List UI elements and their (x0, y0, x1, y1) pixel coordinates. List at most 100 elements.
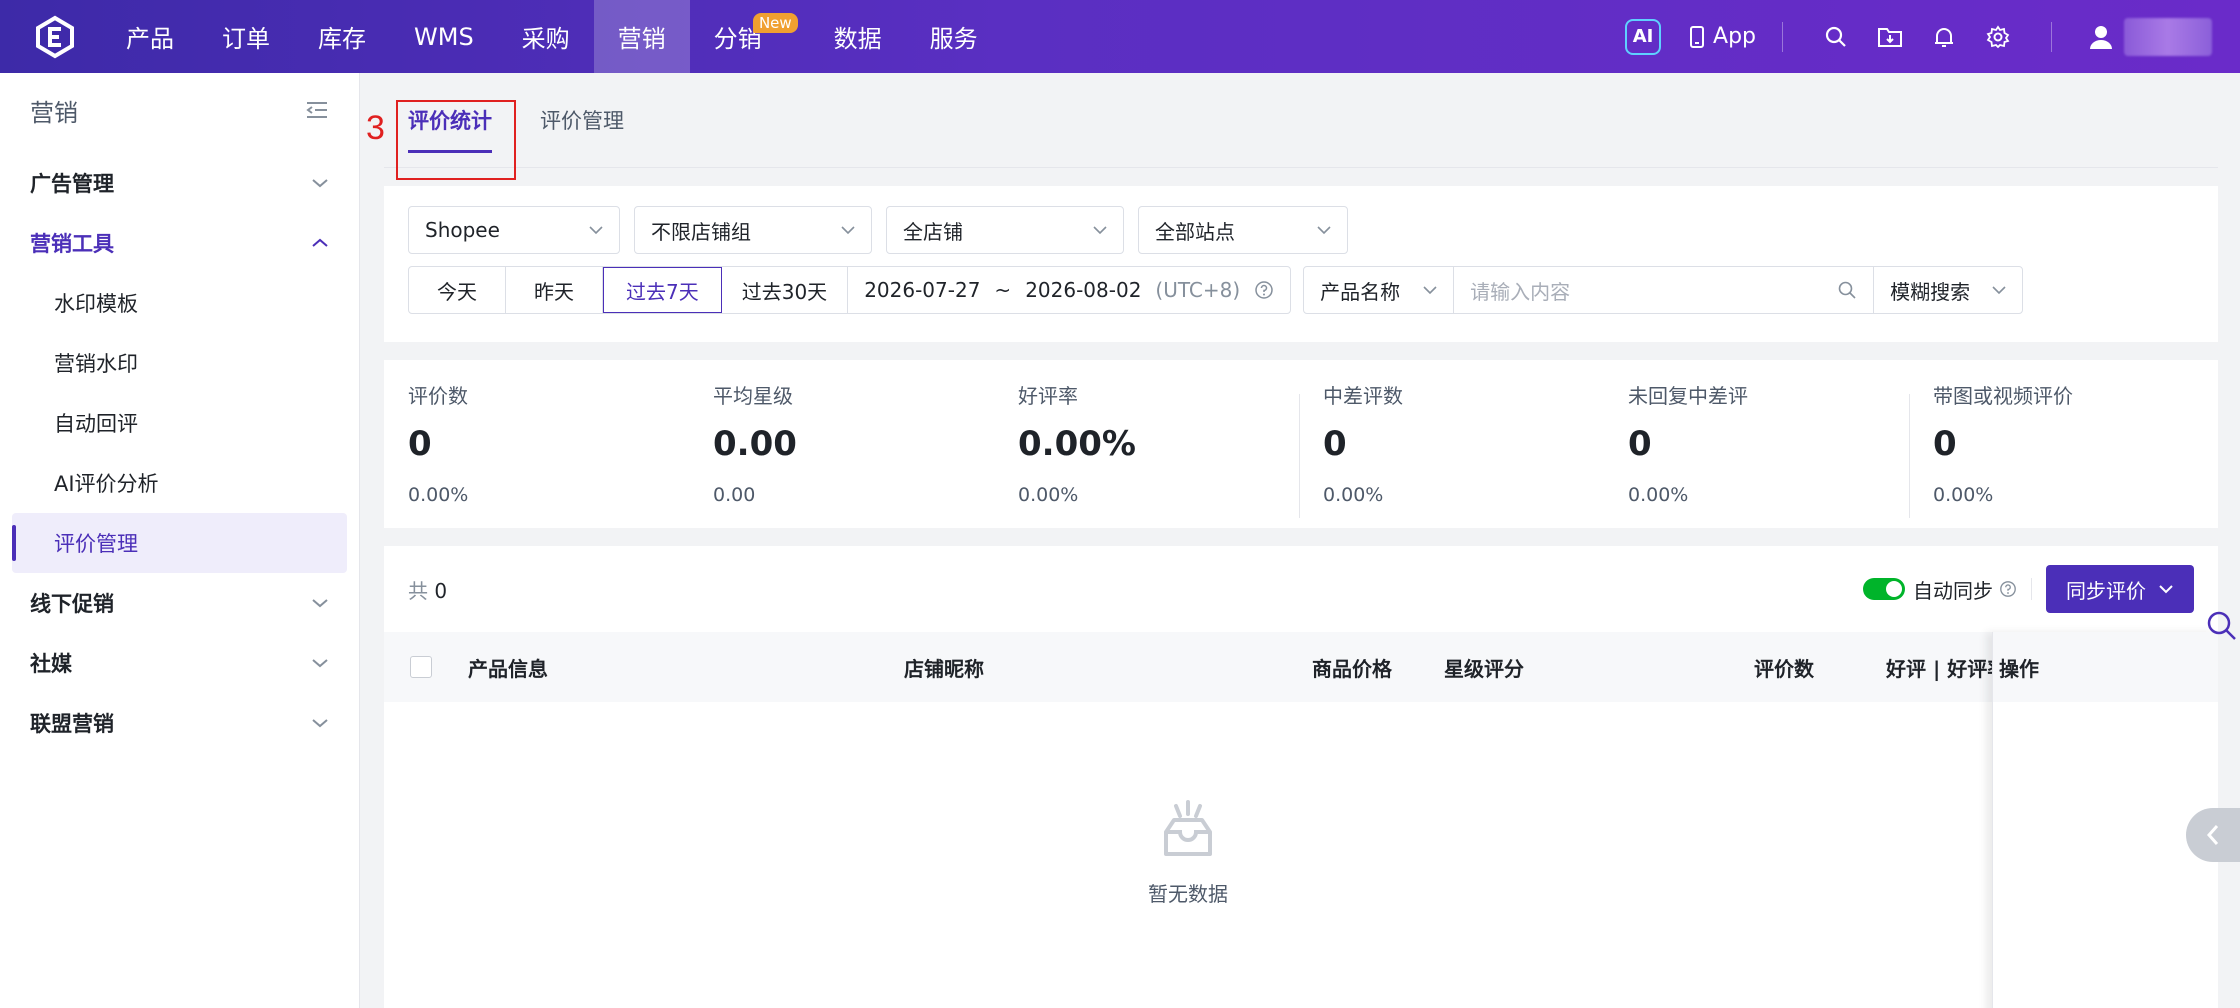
column-rating: 星级评分 (1444, 656, 1524, 681)
sync-reviews-button[interactable]: 同步评价 (2046, 565, 2194, 613)
empty-state: 暂无数据 (384, 702, 1992, 1002)
date-preset-last30[interactable]: 过去30天 (722, 267, 849, 313)
folder-download-icon[interactable] (1875, 22, 1905, 52)
column-product-info: 产品信息 (468, 656, 548, 681)
date-preset-today[interactable]: 今天 (409, 267, 506, 313)
divider (1782, 21, 1783, 52)
column-shop-nickname: 店铺昵称 (904, 656, 984, 681)
stat-unreplied-negative: 未回复中差评 0 0.00% (1628, 384, 1748, 506)
date-preset-group: 今天 昨天 过去7天 过去30天 2026-07-27 ~ 2026-08-02… (408, 266, 1292, 314)
chevron-up-icon (312, 238, 328, 247)
collapse-sidebar-icon[interactable] (305, 100, 329, 120)
nav-item-service[interactable]: 服务 (906, 0, 1002, 73)
tab-review-management[interactable]: 评价管理 (516, 72, 648, 167)
chevron-down-icon (2159, 585, 2173, 594)
sidebar-item-auto-reply[interactable]: 自动回评 (0, 393, 359, 453)
sidebar-item-marketing-watermark[interactable]: 营销水印 (0, 333, 359, 393)
bell-icon[interactable] (1929, 22, 1959, 52)
table-toolbar: 共 0 自动同步 同步评价 (384, 546, 2218, 632)
column-positive-rate: 好评 | 好评率 (1886, 656, 1992, 681)
divider (2051, 21, 2052, 52)
date-end: 2026-08-02 (1025, 278, 1142, 302)
sidebar-item-ai-review-analysis[interactable]: AI评价分析 (0, 453, 359, 513)
floating-search-icon[interactable] (2206, 610, 2238, 646)
shop-group-select[interactable]: 不限店铺组 (634, 206, 872, 254)
help-icon[interactable] (1254, 280, 1274, 300)
column-review-count: 评价数 (1754, 656, 1814, 681)
column-price: 商品价格 (1312, 656, 1392, 681)
ai-button[interactable]: AI (1625, 18, 1662, 55)
nav-item-wms[interactable]: WMS (390, 0, 498, 73)
sidebar-group-social-media[interactable]: 社媒 (0, 633, 359, 693)
expand-panel-button[interactable] (2186, 808, 2240, 862)
search-icon[interactable] (1837, 280, 1857, 300)
sidebar-group-affiliate[interactable]: 联盟营销 (0, 693, 359, 753)
review-table-panel: 共 0 自动同步 同步评价 产品信息 店铺昵称 商品价格 星级评分 评价数 好评… (384, 546, 2218, 1008)
app-logo[interactable] (28, 10, 82, 64)
stat-negative-count: 中差评数 0 0.00% (1299, 380, 1604, 518)
user-menu[interactable] (2088, 17, 2212, 56)
shop-select[interactable]: 全店铺 (886, 206, 1124, 254)
chevron-down-icon (312, 659, 328, 668)
empty-state-text: 暂无数据 (1148, 881, 1228, 906)
stat-average-rating: 平均星级 0.00 0.00 (713, 384, 797, 506)
nav-item-purchase[interactable]: 采购 (498, 0, 594, 73)
auto-sync-toggle[interactable] (1863, 578, 1905, 600)
sidebar: 营销 广告管理 营销工具 水印模板 营销水印 自动回评 AI评价分析 评价管理 … (0, 73, 360, 1008)
nav-item-orders[interactable]: 订单 (198, 0, 294, 73)
sidebar-group-offline-promotion[interactable]: 线下促销 (0, 573, 359, 633)
nav-item-distribution[interactable]: 分销 New (690, 0, 798, 73)
username-redacted (2124, 17, 2212, 56)
chevron-down-icon (1093, 225, 1107, 234)
top-navbar: 产品 订单 库存 WMS 采购 营销 分销 New 数据 服务 AI App (0, 0, 2240, 73)
auto-sync-label: 自动同步 (1913, 575, 2017, 604)
product-search: 产品名称 请输入内容 模糊搜索 (1303, 266, 2024, 314)
stat-review-count: 评价数 0 0.00% (408, 384, 469, 506)
tab-review-statistics[interactable]: 评价统计 (384, 72, 516, 167)
app-download-link[interactable]: App (1689, 24, 1756, 49)
sidebar-title: 营销 (30, 98, 78, 127)
date-preset-last7[interactable]: 过去7天 (603, 267, 722, 313)
date-preset-yesterday[interactable]: 昨天 (506, 267, 603, 313)
annotation-step-number: 3 (366, 109, 385, 147)
sidebar-item-review-management[interactable]: 评价管理 (12, 513, 347, 573)
filter-panel: Shopee 不限店铺组 全店铺 全部站点 今天 昨天 过去7天 过去30天 2… (384, 186, 2218, 342)
sidebar-group-marketing-tools[interactable]: 营销工具 (0, 213, 359, 273)
date-start: 2026-07-27 (864, 278, 981, 302)
nav-item-inventory[interactable]: 库存 (294, 0, 390, 73)
tab-bar: 3 评价统计 评价管理 (366, 72, 2218, 180)
table-header: 产品信息 店铺昵称 商品价格 星级评分 评价数 好评 | 好评率 (384, 632, 2218, 702)
gear-icon[interactable] (1983, 22, 2013, 52)
nav-item-marketing[interactable]: 营销 (593, 0, 690, 73)
chevron-down-icon (312, 179, 328, 188)
timezone-label: (UTC+8) (1155, 278, 1241, 302)
chevron-down-icon (589, 225, 603, 234)
help-icon[interactable] (1999, 580, 2017, 598)
main-content: 3 评价统计 评价管理 Shopee 不限店铺组 全店铺 全部站点 今天 昨天 … (366, 72, 2218, 1008)
site-select[interactable]: 全部站点 (1138, 206, 1348, 254)
date-range-picker[interactable]: 2026-07-27 ~ 2026-08-02 (UTC+8) (848, 267, 1290, 313)
sidebar-group-ads[interactable]: 广告管理 (0, 153, 359, 213)
user-icon (2090, 25, 2112, 49)
platform-select[interactable]: Shopee (408, 206, 620, 254)
action-column: 操作 (1992, 632, 2218, 1008)
new-badge: New (752, 13, 798, 33)
search-input[interactable]: 请输入内容 (1454, 267, 1875, 313)
phone-icon (1690, 25, 1705, 48)
divider (2031, 578, 2032, 600)
select-all-checkbox[interactable] (410, 632, 432, 702)
chevron-down-icon (1317, 225, 1331, 234)
stat-media-reviews: 带图或视频评价 0 0.00% (1909, 380, 2214, 518)
chevron-down-icon (1423, 285, 1437, 294)
stats-panel: 评价数 0 0.00% 平均星级 0.00 0.00 好评率 0.00% 0.0… (384, 360, 2218, 528)
chevron-down-icon (841, 225, 855, 234)
sidebar-item-watermark-template[interactable]: 水印模板 (0, 273, 359, 333)
chevron-left-icon (2206, 825, 2219, 845)
stat-positive-rate: 好评率 0.00% 0.00% (1018, 384, 1136, 506)
search-icon[interactable] (1821, 22, 1851, 52)
search-mode-select[interactable]: 模糊搜索 (1874, 267, 2022, 313)
nav-item-products[interactable]: 产品 (102, 0, 198, 73)
chevron-down-icon (312, 599, 328, 608)
search-field-select[interactable]: 产品名称 (1304, 267, 1455, 313)
nav-item-data[interactable]: 数据 (810, 0, 906, 73)
